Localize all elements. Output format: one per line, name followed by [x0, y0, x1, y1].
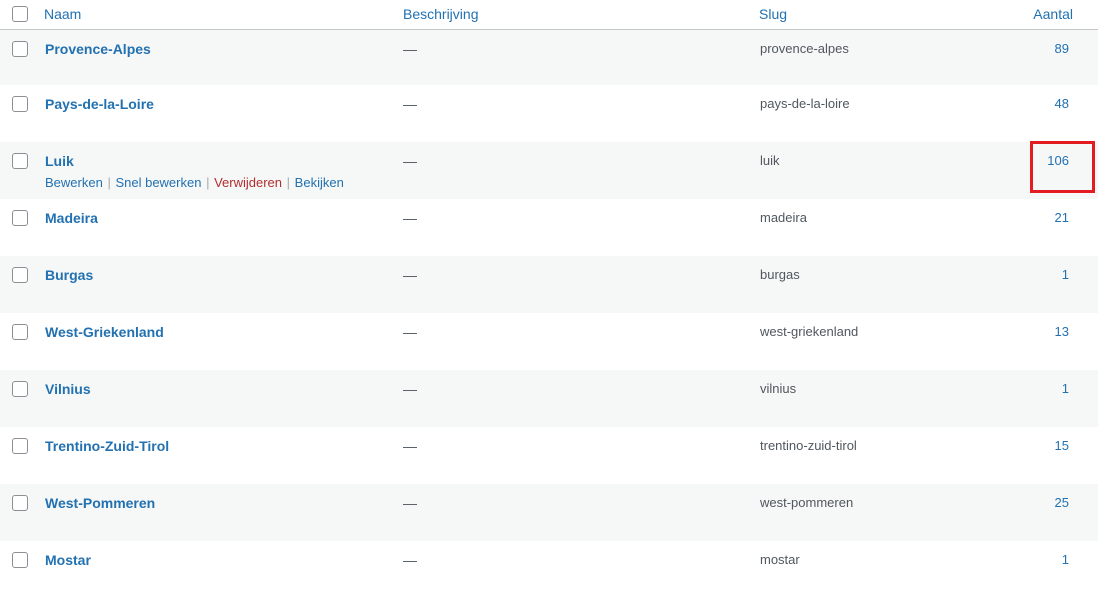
- edit-link[interactable]: Bewerken: [45, 175, 103, 190]
- table-row: West-Griekenland — west-griekenland 13: [0, 313, 1098, 370]
- terms-table: Naam Beschrijving Slug Aantal Provence-A…: [0, 0, 1098, 598]
- term-description: —: [403, 324, 417, 340]
- term-name-link[interactable]: West-Griekenland: [45, 324, 164, 340]
- header-checkbox-cell: [0, 0, 38, 29]
- sort-by-slug-link[interactable]: Slug: [759, 6, 787, 22]
- header-count: Aantal: [998, 0, 1098, 29]
- term-description: —: [403, 153, 417, 169]
- row-checkbox[interactable]: [12, 495, 28, 511]
- term-count-link[interactable]: 13: [1055, 324, 1069, 339]
- table-row: Madeira — madeira 21: [0, 199, 1098, 256]
- row-checkbox[interactable]: [12, 40, 28, 57]
- term-slug: vilnius: [760, 381, 797, 396]
- sort-by-name-link[interactable]: Naam: [44, 6, 81, 22]
- header-slug: Slug: [753, 0, 998, 29]
- term-name-link[interactable]: Mostar: [45, 552, 91, 568]
- table-row: Pays-de-la-Loire — pays-de-la-loire 48: [0, 85, 1098, 142]
- term-description: —: [403, 381, 417, 397]
- term-name-link[interactable]: Luik: [45, 153, 74, 169]
- quick-edit-link[interactable]: Snel bewerken: [115, 175, 201, 190]
- term-slug: west-pommeren: [760, 495, 854, 510]
- action-separator: |: [206, 175, 210, 190]
- term-slug: luik: [760, 153, 780, 168]
- term-count-link[interactable]: 1: [1062, 381, 1069, 396]
- term-description: —: [403, 495, 417, 511]
- term-name-link[interactable]: West-Pommeren: [45, 495, 155, 511]
- term-slug: west-griekenland: [760, 324, 859, 339]
- delete-link[interactable]: Verwijderen: [214, 175, 282, 190]
- header-name: Naam: [38, 0, 395, 29]
- row-checkbox[interactable]: [12, 324, 28, 340]
- term-count-link[interactable]: 106: [1047, 153, 1069, 168]
- term-count-link[interactable]: 48: [1055, 96, 1069, 111]
- table-header-row: Naam Beschrijving Slug Aantal: [0, 0, 1098, 29]
- action-separator: |: [286, 175, 291, 190]
- term-slug: burgas: [760, 267, 800, 282]
- row-checkbox[interactable]: [12, 267, 28, 283]
- term-name-link[interactable]: Provence-Alpes: [45, 41, 151, 57]
- row-checkbox[interactable]: [12, 381, 28, 397]
- term-slug: madeira: [760, 210, 807, 225]
- term-name-link[interactable]: Burgas: [45, 267, 93, 283]
- row-actions: Bewerken | Snel bewerken | Verwijderen |…: [45, 175, 395, 190]
- term-name-link[interactable]: Madeira: [45, 210, 98, 226]
- term-slug: provence-alpes: [760, 40, 849, 56]
- term-slug: mostar: [760, 552, 800, 567]
- table-row: Provence-Alpes — provence-alpes 89: [0, 29, 1098, 85]
- table-row: West-Pommeren — west-pommeren 25: [0, 484, 1098, 541]
- term-slug: trentino-zuid-tirol: [760, 438, 857, 453]
- action-separator: |: [107, 175, 111, 190]
- term-name-link[interactable]: Pays-de-la-Loire: [45, 96, 154, 112]
- term-description: —: [403, 40, 417, 57]
- term-description: —: [403, 210, 417, 226]
- term-description: —: [403, 267, 417, 283]
- term-count-link[interactable]: 89: [1055, 41, 1069, 56]
- table-row: Luik Bewerken | Snel bewerken | Verwijde…: [0, 142, 1098, 199]
- table-row: Mostar — mostar 1: [0, 541, 1098, 598]
- term-count-link[interactable]: 15: [1055, 438, 1069, 453]
- term-count-link[interactable]: 1: [1062, 552, 1069, 567]
- row-checkbox[interactable]: [12, 96, 28, 112]
- sort-by-description-link[interactable]: Beschrijving: [403, 6, 478, 22]
- term-name-link[interactable]: Trentino-Zuid-Tirol: [45, 438, 169, 454]
- row-checkbox[interactable]: [12, 552, 28, 568]
- row-checkbox[interactable]: [12, 438, 28, 454]
- header-description: Beschrijving: [395, 0, 753, 29]
- sort-by-count-link[interactable]: Aantal: [1033, 6, 1073, 22]
- term-count-link[interactable]: 1: [1062, 267, 1069, 282]
- term-count-link[interactable]: 21: [1055, 210, 1069, 225]
- term-description: —: [403, 552, 417, 568]
- term-description: —: [403, 96, 417, 112]
- table-row: Burgas — burgas 1: [0, 256, 1098, 313]
- view-link[interactable]: Bekijken: [295, 175, 344, 190]
- table-row: Trentino-Zuid-Tirol — trentino-zuid-tiro…: [0, 427, 1098, 484]
- table-row: Vilnius — vilnius 1: [0, 370, 1098, 427]
- row-checkbox[interactable]: [12, 153, 28, 169]
- term-slug: pays-de-la-loire: [760, 96, 850, 111]
- term-name-link[interactable]: Vilnius: [45, 381, 91, 397]
- select-all-checkbox[interactable]: [12, 6, 28, 23]
- term-count-link[interactable]: 25: [1055, 495, 1069, 510]
- row-checkbox[interactable]: [12, 210, 28, 226]
- term-description: —: [403, 438, 417, 454]
